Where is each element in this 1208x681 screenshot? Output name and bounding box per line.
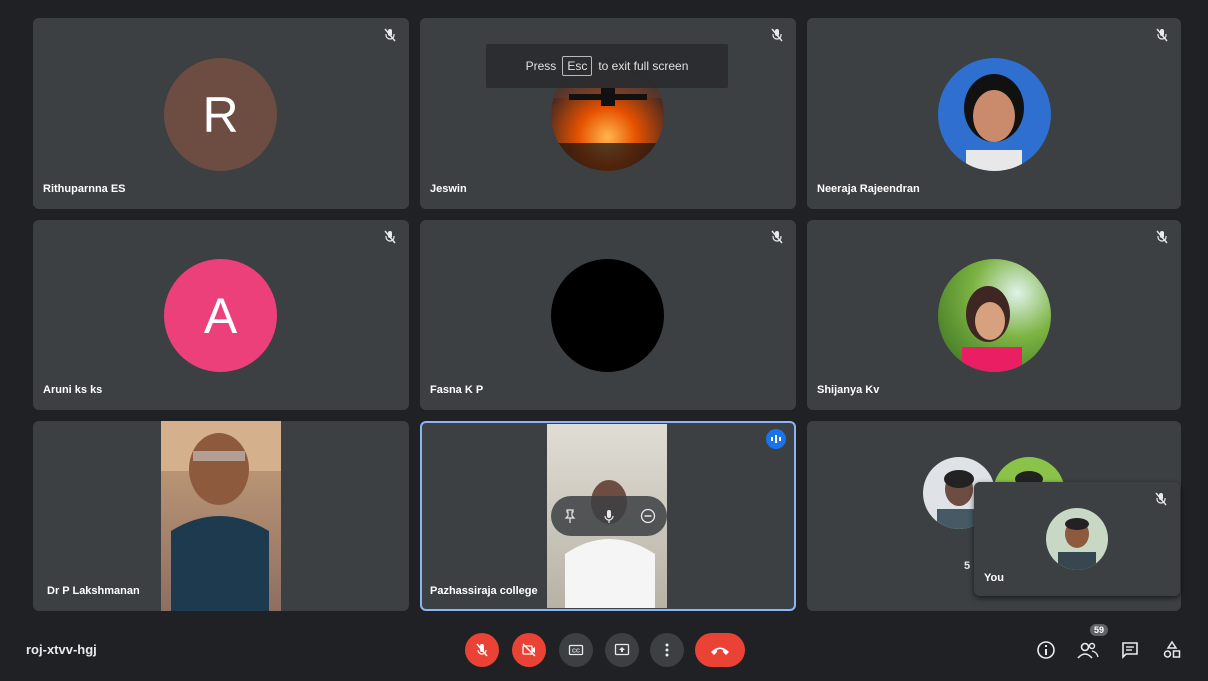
mic-off-icon [476, 643, 488, 657]
participant-tile-rithuparnna[interactable]: R Rithuparnna ES [33, 18, 409, 209]
participant-name: Jeswin [430, 183, 467, 195]
participant-name: Pazhassiraja college [430, 585, 538, 597]
participant-name: Dr P Lakshmanan [47, 585, 140, 597]
mic-off-icon [771, 28, 783, 42]
toast-press: Press [525, 59, 557, 73]
participant-tile-aruni[interactable]: A Aruni ks ks [33, 220, 409, 410]
video-feed [161, 421, 281, 611]
activities-icon [1163, 640, 1181, 658]
meeting-details-button[interactable] [1034, 638, 1058, 662]
people-button[interactable] [1076, 638, 1100, 662]
present-icon [614, 643, 630, 656]
mic-icon[interactable] [601, 508, 617, 524]
remove-icon[interactable] [640, 508, 656, 524]
others-count: 5 [964, 560, 971, 572]
bottom-toolbar: roj-xtvv-hgj CC 59 [0, 620, 1208, 681]
mic-off-icon [771, 230, 783, 244]
mic-off-icon [384, 230, 396, 244]
more-options-button[interactable] [650, 633, 684, 667]
participant-name: Shijanya Kv [817, 384, 880, 396]
pin-icon[interactable] [562, 508, 578, 524]
participant-name: Fasna K P [430, 384, 484, 396]
leave-call-button[interactable] [695, 633, 745, 667]
participant-name: Neeraja Rajeendran [817, 183, 920, 195]
toast-text: to exit full screen [598, 59, 689, 73]
more-vert-icon [665, 643, 669, 657]
participant-name: Rithuparnna ES [43, 183, 126, 195]
mic-off-icon [384, 28, 396, 42]
captions-icon: CC [568, 644, 584, 656]
people-icon [1077, 642, 1099, 659]
participant-tile-shijanya[interactable]: Shijanya Kv [807, 220, 1181, 410]
meeting-code: roj-xtvv-hgj [26, 642, 97, 657]
esc-key: Esc [562, 56, 593, 76]
mic-off-icon [1156, 230, 1168, 244]
speaking-indicator-icon [766, 429, 786, 449]
svg-text:CC: CC [572, 649, 580, 655]
tile-hover-controls [551, 496, 667, 536]
info-icon [1037, 641, 1055, 659]
mic-toggle-button[interactable] [465, 633, 499, 667]
avatar: R [164, 58, 277, 171]
participant-tile-neeraja[interactable]: Neeraja Rajeendran [807, 18, 1181, 209]
activities-button[interactable] [1160, 638, 1184, 662]
self-name: You [984, 572, 1004, 584]
avatar-black [551, 259, 664, 372]
participant-tile-lakshmanan[interactable]: Dr P Lakshmanan [33, 421, 409, 611]
avatar: A [164, 259, 277, 372]
self-view-tile[interactable]: You [974, 482, 1180, 596]
captions-button[interactable]: CC [559, 633, 593, 667]
chat-button[interactable] [1118, 638, 1142, 662]
avatar-photo [938, 259, 1051, 372]
participant-tile-fasna[interactable]: Fasna K P [420, 220, 796, 410]
avatar-photo [1046, 508, 1108, 570]
participant-count-badge: 59 [1090, 624, 1109, 636]
participant-name: Aruni ks ks [43, 384, 103, 396]
fullscreen-toast: Press Esc to exit full screen [486, 44, 728, 88]
mic-off-icon [1155, 492, 1167, 506]
avatar-photo [938, 58, 1051, 171]
camera-toggle-button[interactable] [512, 633, 546, 667]
mic-off-icon [1156, 28, 1168, 42]
camera-off-icon [522, 643, 536, 657]
hangup-icon [711, 647, 729, 655]
chat-icon [1122, 642, 1138, 659]
present-button[interactable] [605, 633, 639, 667]
